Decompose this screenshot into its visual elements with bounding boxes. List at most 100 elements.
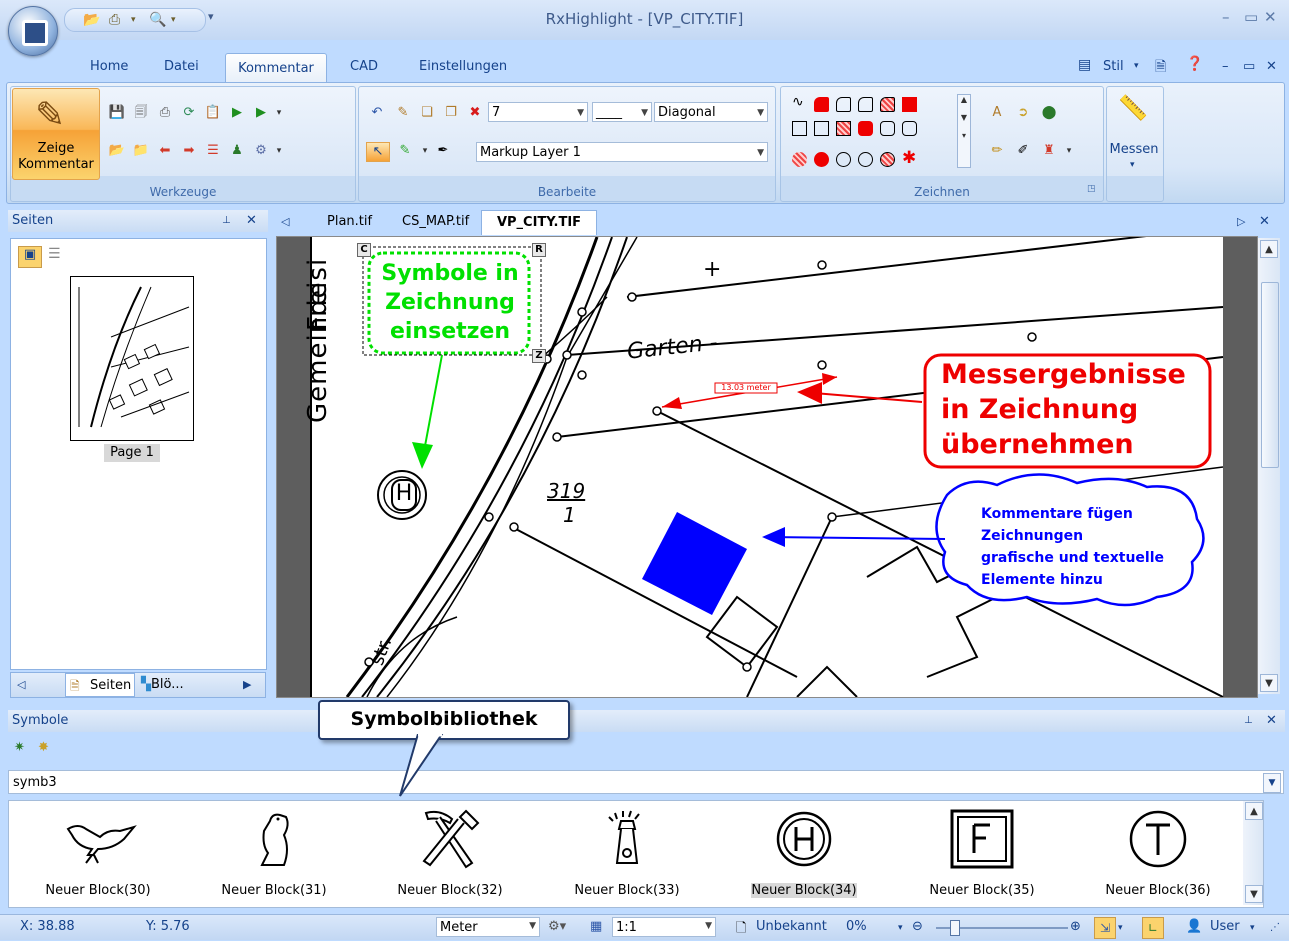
thumbnail-view-icon[interactable]: ▣ — [18, 246, 42, 268]
export-icon[interactable]: ▶ — [252, 104, 270, 122]
style-icon[interactable]: ▤ — [1078, 57, 1091, 73]
line-color-dropdown-icon[interactable]: ▾ — [416, 142, 434, 160]
doc-tab-cs-map[interactable]: CS_MAP.tif — [402, 210, 469, 234]
drawing-canvas[interactable]: Gemeinde Freisi Garten - 319 1 str. + H … — [276, 236, 1258, 698]
symbol-scroll-down-icon[interactable]: ▼ — [1245, 885, 1263, 903]
symbol-item[interactable]: Neuer Block(36) — [1083, 809, 1233, 903]
hatch-combo[interactable]: Diagonal ▼ — [654, 102, 768, 122]
undo-icon[interactable]: ↶ — [368, 104, 386, 122]
circle-outline-icon[interactable] — [858, 152, 873, 167]
style-menu[interactable]: Stil — [1103, 59, 1124, 74]
tab-seiten[interactable]: 🗎 Seiten — [65, 673, 135, 697]
help-icon[interactable]: ❓ — [1186, 56, 1203, 72]
pencil-icon[interactable]: ✏ — [988, 142, 1006, 160]
symbol-scroll-up-icon[interactable]: ▲ — [1245, 802, 1263, 820]
list-view-icon[interactable]: ☰ — [48, 246, 61, 262]
page-thumbnail[interactable] — [70, 276, 194, 441]
unit-select[interactable]: Meter ▼ — [436, 917, 540, 937]
rectangle-icon[interactable] — [792, 121, 807, 136]
scale-select[interactable]: 1:1 ▼ — [612, 917, 716, 937]
zoom-out-icon[interactable]: ⊖ — [912, 919, 923, 934]
filled-rounded-shape-icon[interactable] — [814, 97, 829, 112]
zoom-slider-thumb[interactable] — [950, 920, 960, 936]
doc-tab-plan[interactable]: Plan.tif — [327, 210, 372, 234]
about-icon[interactable]: 🗎 — [1155, 56, 1166, 80]
handle-z[interactable]: Z — [532, 349, 546, 363]
layer-combo[interactable]: Markup Layer 1 ▼ — [476, 142, 768, 162]
layers-icon[interactable]: ☰ — [204, 142, 222, 160]
delete-icon[interactable]: ✖ — [466, 104, 484, 122]
doc-tab-scroll-left-icon[interactable]: ◁ — [281, 210, 289, 234]
line-color-icon[interactable]: ✎ — [396, 142, 414, 160]
rounded-shape-icon[interactable] — [836, 97, 851, 112]
round-rect-outline-icon[interactable] — [902, 121, 917, 136]
tab-bloecke[interactable]: ▚Blö... — [141, 677, 184, 692]
page-setup-icon[interactable]: 🗐 — [132, 104, 150, 122]
user-name[interactable]: User — [1210, 919, 1240, 934]
symbol-scrollbar[interactable]: ▲ ▼ — [1243, 801, 1263, 905]
import-icon[interactable]: ▶ — [228, 104, 246, 122]
symbols-close-icon[interactable]: ✕ — [1266, 710, 1277, 732]
cloud-shape-icon[interactable]: ✱ — [902, 148, 916, 168]
ribbon-close-icon[interactable]: ✕ — [1266, 59, 1277, 74]
edit-properties-icon[interactable]: ✎ — [394, 104, 412, 122]
line-style-combo[interactable]: ____ ▼ — [592, 102, 652, 122]
canvas-vertical-scrollbar[interactable]: ▲ ▼ — [1258, 238, 1280, 694]
circle-icon[interactable] — [836, 152, 851, 167]
send-back-icon[interactable]: ❐ — [442, 104, 460, 122]
zoom-in-icon[interactable]: ⊕ — [1070, 919, 1081, 934]
panel-close-icon[interactable]: ✕ — [246, 210, 257, 232]
messen-dropdown-icon[interactable]: ▾ — [1130, 160, 1135, 170]
style-dropdown-icon[interactable]: ▾ — [1134, 61, 1139, 71]
red-note-text[interactable]: Messergebnisse in Zeichnung übernehmen — [941, 357, 1206, 462]
callout-icon[interactable]: ➲ — [1014, 104, 1032, 122]
hatched-rounded-shape-icon[interactable] — [880, 97, 895, 112]
rounded-shape-outline-icon[interactable] — [858, 97, 873, 112]
ruler-icon[interactable]: 📏 — [1118, 94, 1148, 122]
doc-tab-scroll-right-icon[interactable]: ▷ — [1237, 210, 1245, 234]
settings-dropdown-icon[interactable]: ▾ — [270, 142, 288, 160]
stamp-dropdown-icon[interactable]: ▾ — [1060, 142, 1078, 160]
doc-close-icon[interactable]: ✕ — [1259, 210, 1270, 234]
ortho-icon[interactable]: ∟ — [1142, 917, 1164, 939]
handle-r[interactable]: R — [532, 243, 546, 257]
chevron-down-icon[interactable]: ▼ — [1263, 773, 1281, 793]
zoom-fit-dropdown-icon[interactable]: ▾ — [1118, 923, 1123, 933]
ribbon-restore-icon[interactable]: ▭ — [1243, 59, 1255, 74]
filled-square-icon[interactable] — [902, 97, 917, 112]
open-comment-icon[interactable]: 📂 — [108, 142, 126, 160]
bring-front-icon[interactable]: ❏ — [418, 104, 436, 122]
image-stamp-icon[interactable]: ⬤ — [1040, 104, 1058, 122]
user-dropdown-icon[interactable]: ▾ — [1250, 923, 1255, 933]
handle-c[interactable]: C — [357, 243, 371, 257]
stamp-icon[interactable]: ♜ — [1040, 142, 1058, 160]
text-box-icon[interactable]: A — [988, 104, 1006, 122]
measurement-label[interactable]: 13.03 meter — [715, 383, 777, 393]
pin-icon[interactable]: ⊥ — [222, 210, 231, 232]
tab-einstellungen[interactable]: Einstellungen — [419, 59, 507, 74]
symbol-item[interactable]: Neuer Block(35) — [907, 809, 1057, 903]
highlighter-icon[interactable]: ✐ — [1014, 142, 1032, 160]
blue-note-text[interactable]: Kommentare fügen Zeichnungen grafische u… — [981, 503, 1197, 591]
green-note-text[interactable]: Symbole in Zeichnung einsetzen — [373, 259, 527, 346]
hatched-circle-icon[interactable] — [792, 152, 807, 167]
printer-icon[interactable]: ⎙ — [156, 104, 174, 122]
insert-symbol-icon[interactable]: ✷ — [14, 740, 25, 755]
settings-icon[interactable]: ⚙ — [252, 142, 270, 160]
arrow-left-icon[interactable]: ⬅ — [156, 142, 174, 160]
doc-tab-vp-city[interactable]: VP_CITY.TIF — [481, 210, 597, 235]
symbol-item[interactable]: Neuer Block(33) — [552, 809, 702, 903]
snap-icon[interactable]: ⚙▾ — [548, 919, 566, 934]
hatched-circle-outline-icon[interactable] — [880, 152, 895, 167]
resize-grip-icon[interactable]: ⋰ — [1270, 922, 1280, 933]
rectangle-outline-icon[interactable] — [814, 121, 829, 136]
hatched-rectangle-icon[interactable] — [836, 121, 851, 136]
paste-icon[interactable]: 📋 — [204, 104, 222, 122]
arrow-right-icon[interactable]: ➡ — [180, 142, 198, 160]
export-dropdown-icon[interactable]: ▾ — [270, 104, 288, 122]
round-rect-icon[interactable] — [880, 121, 895, 136]
zoom-fit-icon[interactable]: ⇲ — [1094, 917, 1116, 939]
line-width-combo[interactable]: 7 ▼ — [488, 102, 588, 122]
scroll-up-icon[interactable]: ▲ — [1260, 240, 1278, 258]
refresh-icon[interactable]: ⟳ — [180, 104, 198, 122]
